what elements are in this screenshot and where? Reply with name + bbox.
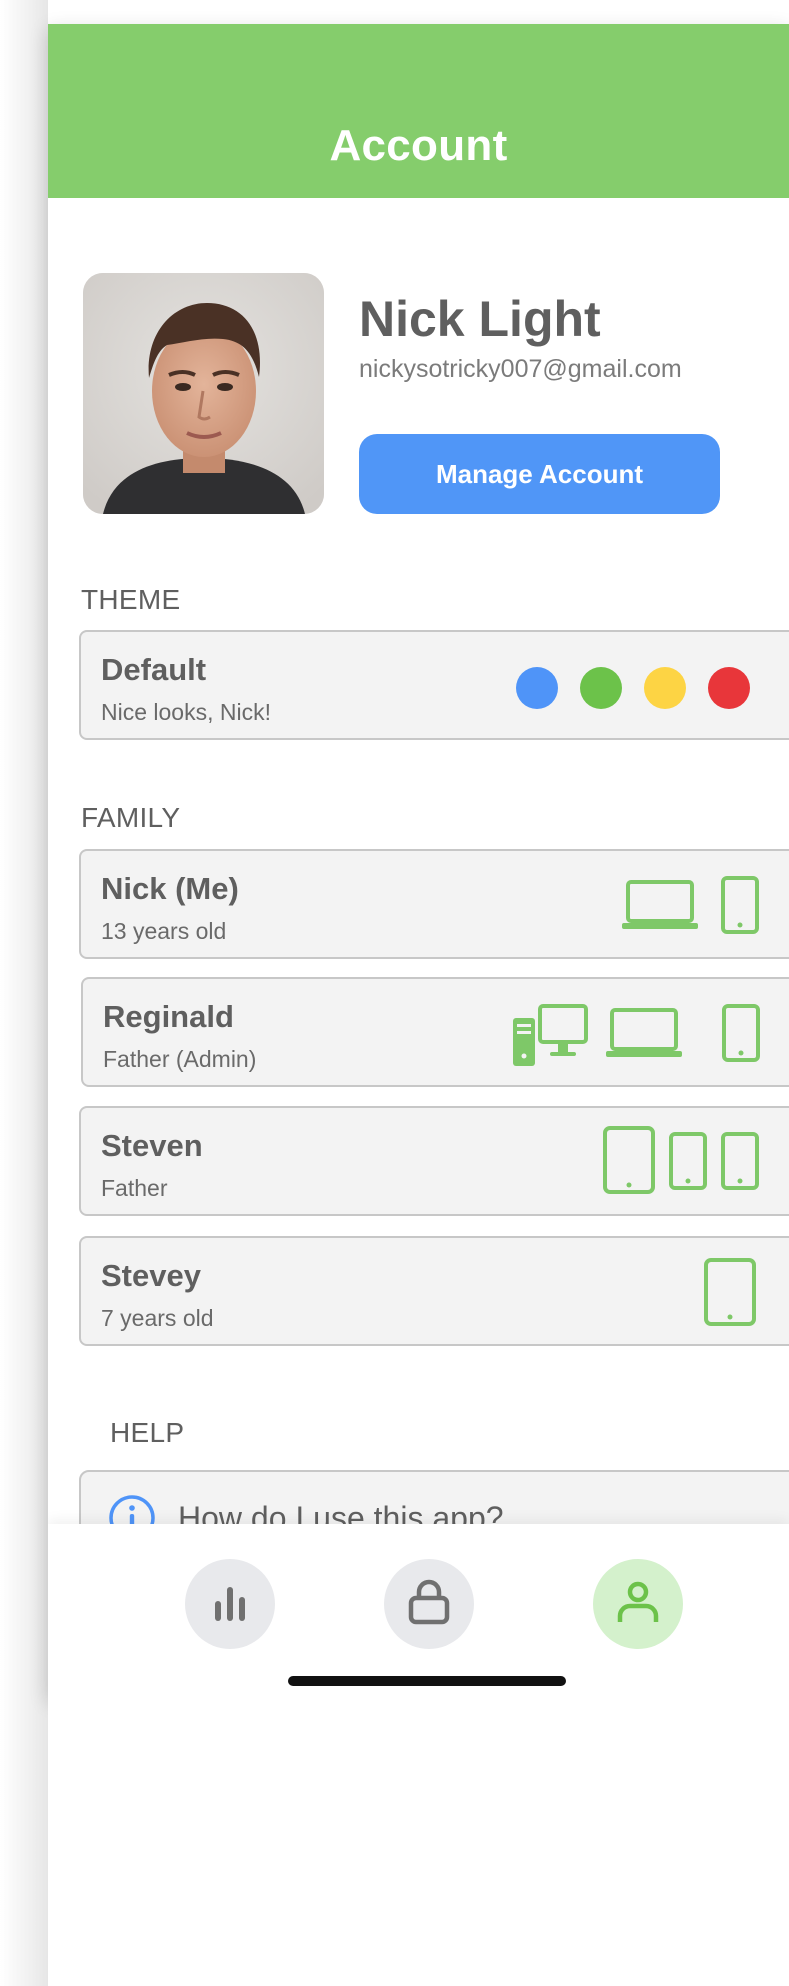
member-name: Reginald [103, 999, 234, 1034]
tablet-icon [603, 1126, 655, 1199]
member-name: Stevey [101, 1258, 201, 1293]
family-member-card[interactable]: Steven Father [79, 1106, 789, 1216]
theme-section-label: THEME [81, 584, 181, 615]
theme-name: Default [101, 652, 207, 687]
phone-icon [722, 1004, 760, 1067]
user-icon [612, 1576, 664, 1633]
family-member-card[interactable]: Reginald Father (Admin) [81, 977, 789, 1087]
avatar-photo [83, 273, 324, 514]
theme-color-green [580, 667, 622, 709]
lock-icon [403, 1576, 455, 1633]
profile-email: nickysotricky007@gmail.com [359, 355, 682, 383]
member-subtitle: 13 years old [101, 918, 227, 944]
theme-color-blue [516, 667, 558, 709]
profile-name: Nick Light [359, 291, 601, 347]
theme-subtitle: Nice looks, Nick! [101, 699, 271, 725]
help-section-label: HELP [110, 1417, 185, 1448]
phone-icon [721, 1132, 759, 1195]
family-member-card[interactable]: Nick (Me) 13 years old [79, 849, 789, 959]
laptop-icon [605, 1007, 683, 1064]
tab-security[interactable] [384, 1559, 474, 1649]
theme-color-red [708, 667, 750, 709]
page-side-shadow [0, 0, 48, 1986]
family-section-label: FAMILY [81, 802, 181, 833]
member-name: Nick (Me) [101, 871, 239, 906]
theme-color-yellow [644, 667, 686, 709]
tablet-icon [704, 1258, 756, 1331]
manage-account-button[interactable]: Manage Account [359, 434, 720, 514]
phone-icon [721, 876, 759, 939]
member-subtitle: Father (Admin) [103, 1046, 257, 1072]
tab-account[interactable] [593, 1559, 683, 1649]
header-bar: Account [48, 24, 789, 198]
theme-card[interactable]: Default Nice looks, Nick! [79, 630, 789, 740]
desktop-icon [512, 1004, 588, 1073]
member-subtitle: Father [101, 1175, 168, 1201]
tab-stats[interactable] [185, 1559, 275, 1649]
phone-icon [669, 1132, 707, 1195]
member-name: Steven [101, 1128, 203, 1163]
laptop-icon [621, 879, 699, 936]
page-background [48, 1696, 789, 1986]
family-member-card[interactable]: Stevey 7 years old [79, 1236, 789, 1346]
avatar [83, 273, 324, 514]
page-title: Account [329, 121, 508, 170]
home-indicator[interactable] [288, 1676, 566, 1686]
bottom-tab-bar [48, 1524, 789, 1696]
bar-chart-icon [207, 1579, 253, 1630]
member-subtitle: 7 years old [101, 1305, 214, 1331]
app-screen: Account Nick Light nickysotricky007@gmai… [48, 24, 789, 1696]
